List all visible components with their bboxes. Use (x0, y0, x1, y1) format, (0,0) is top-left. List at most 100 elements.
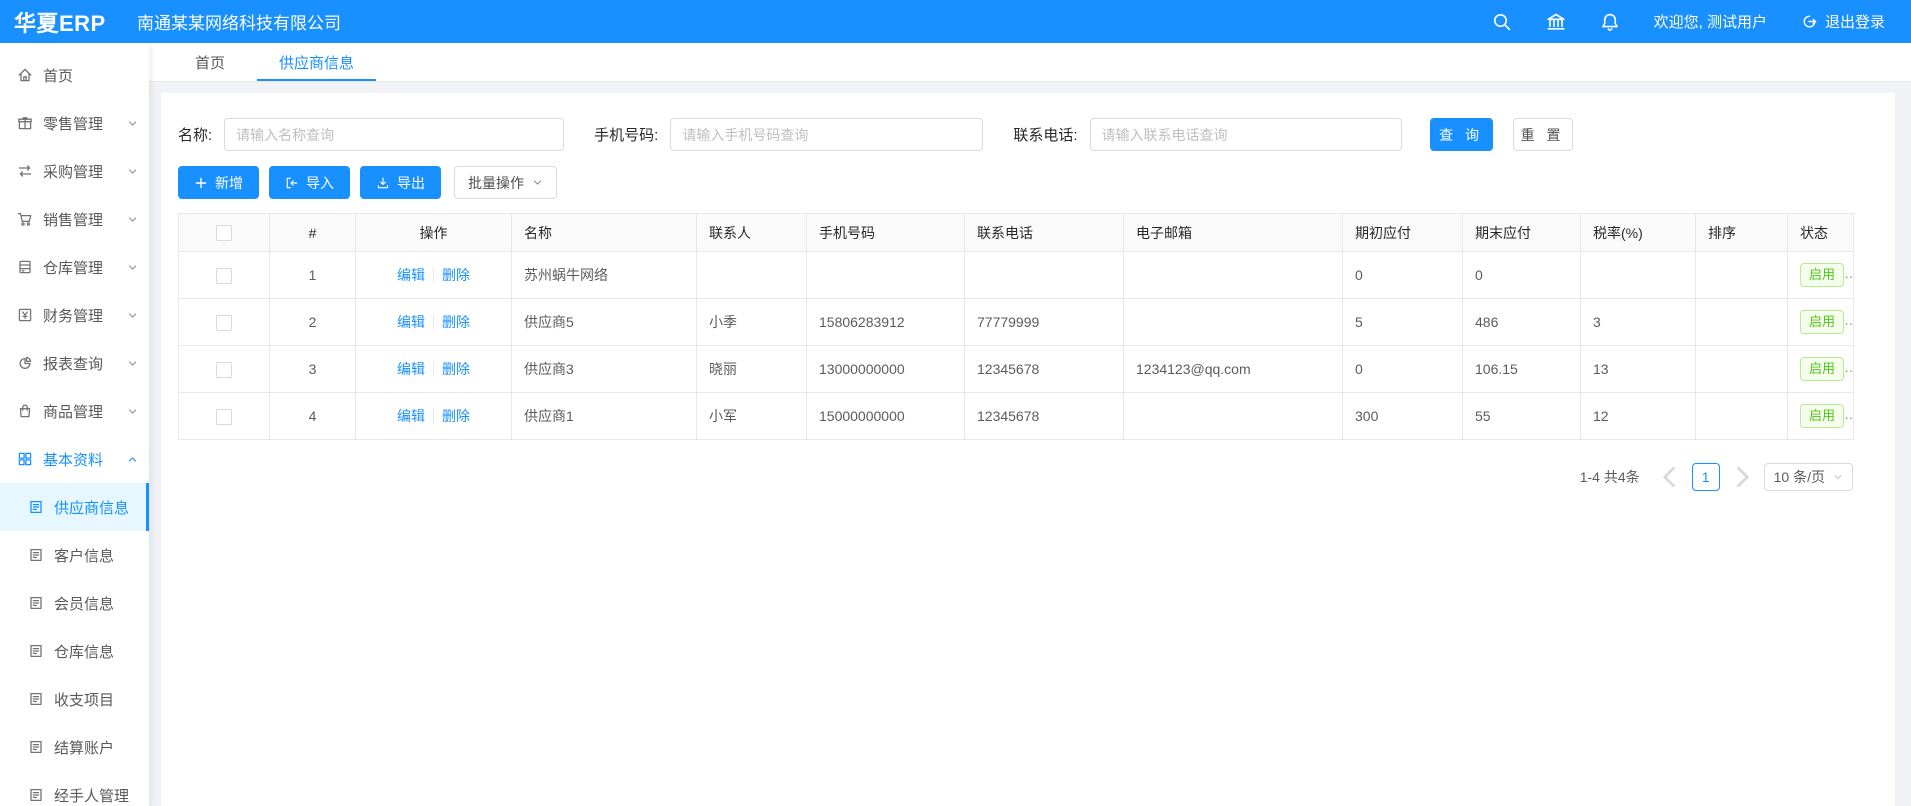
batch-actions-dropdown[interactable]: 批量操作 (454, 166, 557, 199)
chevron-down-icon (127, 214, 138, 225)
doc-icon (28, 499, 44, 515)
chevron-down-icon (127, 262, 138, 273)
row-checkbox[interactable] (216, 409, 232, 425)
sidebar-item-销售管理[interactable]: 销售管理 (0, 195, 149, 243)
sidebar-item-仓库管理[interactable]: 仓库管理 (0, 243, 149, 291)
cell-end: 106.15 (1463, 346, 1581, 393)
sidebar-item-label: 报表查询 (43, 353, 103, 374)
cell-index: 2 (270, 299, 356, 346)
column-header-电子邮箱: 电子邮箱 (1124, 214, 1343, 252)
search-input-2[interactable] (670, 118, 983, 151)
cell-actions: 编辑 删除 (356, 252, 512, 299)
logout-label: 退出登录 (1825, 11, 1885, 32)
search-field-label: 手机号码: (594, 124, 658, 145)
pagination-next-button[interactable] (1728, 463, 1756, 491)
sidebar-item-客户信息[interactable]: 客户信息 (0, 531, 149, 579)
tab-首页[interactable]: 首页 (173, 43, 247, 81)
row-checkbox[interactable] (216, 362, 232, 378)
sidebar-item-首页[interactable]: 首页 (0, 51, 149, 99)
top-right-actions: 欢迎您, 测试用户 退出登录 (1492, 11, 1911, 32)
sidebar-item-会员信息[interactable]: 会员信息 (0, 579, 149, 627)
column-header-操作: 操作 (356, 214, 512, 252)
bank-icon[interactable] (1546, 12, 1566, 32)
cell-index: 4 (270, 393, 356, 440)
chevron-down-icon (127, 358, 138, 369)
search-input-3[interactable] (1090, 118, 1402, 151)
logout-button[interactable]: 退出登录 (1801, 11, 1885, 32)
table-row: 2编辑删除供应商5小季158062839127777999954863启用 (179, 299, 1854, 346)
sidebar-item-label: 会员信息 (54, 593, 114, 614)
search-input-1[interactable] (224, 118, 564, 151)
delete-link[interactable]: 删除 (442, 361, 470, 377)
import-button-label: 导入 (306, 173, 334, 193)
action-toolbar: 新增 导入 导出 批量操作 (178, 166, 1878, 199)
sidebar-item-收支项目[interactable]: 收支项目 (0, 675, 149, 723)
page-size-select[interactable]: 10 条/页 (1764, 463, 1853, 491)
cell-tel: 77779999 (965, 299, 1124, 346)
tab-bar: 首页供应商信息 (149, 43, 1911, 82)
add-button[interactable]: 新增 (178, 166, 259, 199)
chevron-down-icon (127, 310, 138, 321)
table-row: 1编辑删除苏州蜗牛网络00启用 (179, 252, 1854, 299)
reset-button[interactable]: 重 置 (1513, 118, 1573, 151)
column-header-期末应付: 期末应付 (1463, 214, 1581, 252)
sidebar-item-财务管理[interactable]: 财务管理 (0, 291, 149, 339)
search-icon[interactable] (1492, 12, 1512, 32)
pagination-total: 1-4 共4条 (1580, 467, 1640, 487)
welcome-user[interactable]: 欢迎您, 测试用户 (1654, 11, 1767, 32)
row-checkbox[interactable] (216, 268, 232, 284)
import-button[interactable]: 导入 (269, 166, 350, 199)
sidebar-item-供应商信息[interactable]: 供应商信息 (0, 483, 149, 531)
pagination-page-1[interactable]: 1 (1692, 463, 1720, 491)
logout-icon (1801, 13, 1818, 30)
sidebar-item-商品管理[interactable]: 商品管理 (0, 387, 149, 435)
sidebar-item-零售管理[interactable]: 零售管理 (0, 99, 149, 147)
column-header-#: # (270, 214, 356, 252)
cell-begin: 0 (1343, 346, 1463, 393)
sidebar-item-仓库信息[interactable]: 仓库信息 (0, 627, 149, 675)
edit-link[interactable]: 编辑 (397, 361, 425, 377)
import-icon (285, 176, 299, 190)
cell-contact: 小季 (697, 299, 807, 346)
row-checkbox[interactable] (216, 315, 232, 331)
sidebar-item-经手人管理[interactable]: 经手人管理 (0, 771, 149, 806)
cell-actions: 编辑 删除 (356, 299, 512, 346)
content-panel: 名称: 手机号码: 联系电话: 查 询重 置 新增 导入 导出 批量操作 (161, 93, 1895, 806)
doc-icon (28, 787, 44, 803)
chevron-left-icon (1656, 463, 1684, 491)
sidebar-item-结算账户[interactable]: 结算账户 (0, 723, 149, 771)
pagination-prev-button[interactable] (1656, 463, 1684, 491)
bell-icon[interactable] (1600, 12, 1620, 32)
delete-link[interactable]: 删除 (442, 408, 470, 424)
cell-phone: 15000000000 (807, 393, 965, 440)
query-button[interactable]: 查 询 (1430, 118, 1493, 151)
delete-link[interactable]: 删除 (442, 267, 470, 283)
tab-供应商信息[interactable]: 供应商信息 (257, 43, 376, 81)
supplier-table: #操作名称联系人手机号码联系电话电子邮箱期初应付期末应付税率(%)排序状态 1编… (178, 213, 1854, 440)
sidebar-item-label: 销售管理 (43, 209, 103, 230)
sidebar-item-label: 收支项目 (54, 689, 114, 710)
cell-contact: 晓丽 (697, 346, 807, 393)
edit-link[interactable]: 编辑 (397, 408, 425, 424)
edit-link[interactable]: 编辑 (397, 314, 425, 330)
cell-end: 486 (1463, 299, 1581, 346)
export-button[interactable]: 导出 (360, 166, 441, 199)
home-icon (17, 67, 33, 83)
chevron-up-icon (127, 454, 138, 465)
doc-icon (28, 691, 44, 707)
search-field-label: 联系电话: (1013, 124, 1077, 145)
sidebar-nav: 首页零售管理采购管理销售管理仓库管理财务管理报表查询商品管理基本资料供应商信息客… (0, 43, 149, 806)
app-logo[interactable]: 华夏ERP (0, 6, 123, 38)
cell-status: 启用 (1788, 252, 1854, 299)
sidebar-item-报表查询[interactable]: 报表查询 (0, 339, 149, 387)
sidebar-item-基本资料[interactable]: 基本资料 (0, 435, 149, 483)
status-badge: 启用 (1800, 263, 1844, 287)
delete-link[interactable]: 删除 (442, 314, 470, 330)
cell-sort (1696, 346, 1788, 393)
select-all-checkbox[interactable] (216, 225, 232, 241)
cart-icon (17, 211, 33, 227)
cell-sort (1696, 393, 1788, 440)
search-field-label: 名称: (178, 124, 212, 145)
edit-link[interactable]: 编辑 (397, 267, 425, 283)
sidebar-item-采购管理[interactable]: 采购管理 (0, 147, 149, 195)
